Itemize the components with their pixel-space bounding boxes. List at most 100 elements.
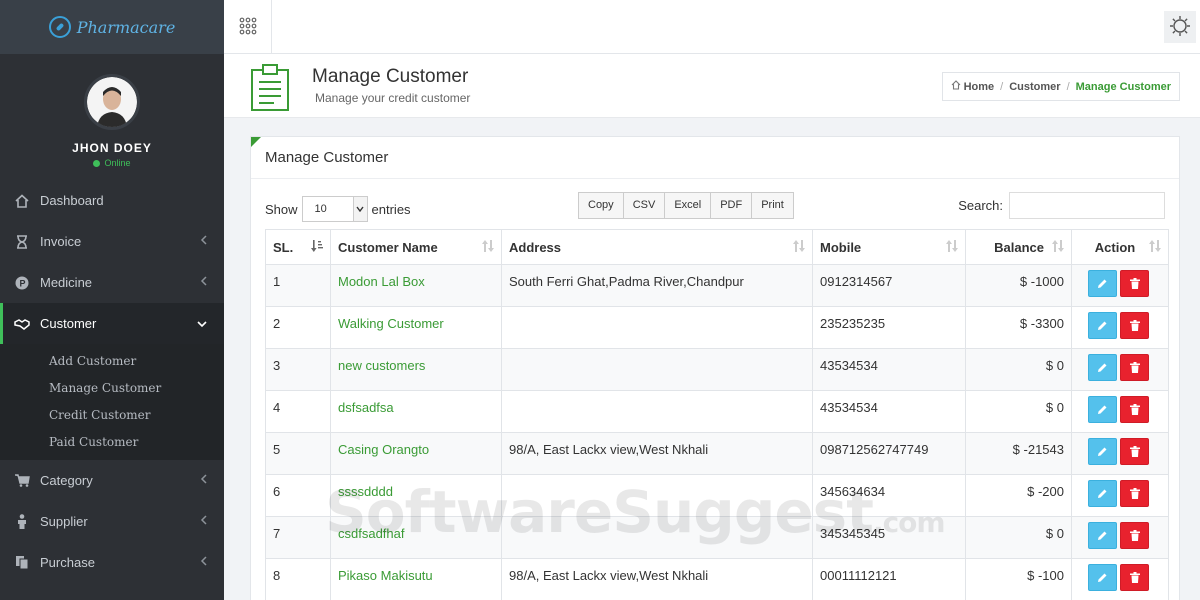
column-header-customer-name[interactable]: Customer Name	[330, 229, 502, 265]
sidebar-item-purchase[interactable]: Purchase	[0, 542, 224, 583]
header-label: Action	[1094, 239, 1136, 255]
header-label: Balance	[994, 239, 1044, 255]
cell-address	[501, 516, 813, 559]
user-status-label: Online	[104, 158, 131, 168]
table-row: 8 Pikaso Makisutu 98/A, East Lackx view,We…	[265, 558, 1169, 600]
delete-button[interactable]	[1120, 522, 1149, 549]
chevron-left-icon	[200, 555, 208, 570]
delete-button[interactable]	[1120, 270, 1149, 297]
submenu-item-manage-customer[interactable]: Manage Customer	[0, 375, 224, 402]
chevron-down-icon	[352, 197, 367, 221]
entries-value: 10	[314, 203, 327, 215]
table-body: 1 Modon Lal Box South Ferri Ghat,Padma Riv…	[265, 264, 1169, 600]
cell-balance: $ -3300	[965, 306, 1072, 349]
breadcrumb-home[interactable]: Home	[951, 80, 994, 93]
cell-sl: 2	[265, 306, 331, 349]
table-controls: Show 10 entries Copy CSV Excel PDF Print…	[251, 179, 1179, 229]
chevron-down-icon	[196, 316, 208, 331]
column-header-action[interactable]: Action	[1071, 229, 1169, 265]
edit-button[interactable]	[1088, 480, 1117, 507]
pencil-icon	[1097, 571, 1108, 586]
user-name: JHON DOEY	[72, 141, 152, 155]
apps-grid-button[interactable]	[224, 0, 272, 54]
edit-button[interactable]	[1088, 354, 1117, 381]
cell-sl: 6	[265, 474, 331, 517]
delete-button[interactable]	[1120, 312, 1149, 339]
edit-button[interactable]	[1088, 564, 1117, 591]
handshake-icon	[13, 315, 31, 333]
excel-button[interactable]: Excel	[664, 192, 712, 219]
grid-icon	[239, 17, 257, 38]
cell-mobile: 00011112121	[812, 558, 966, 600]
column-header-address[interactable]: Address	[501, 229, 813, 265]
customer-panel: Manage Customer Show 10 entries Copy CSV…	[250, 136, 1180, 600]
entries-select[interactable]: 10	[301, 196, 368, 222]
submenu-item-paid-customer[interactable]: Paid Customer	[0, 429, 224, 456]
pencil-icon	[1097, 361, 1108, 376]
sidebar-item-customer[interactable]: Customer	[0, 303, 224, 344]
sort-asc-icon	[311, 240, 323, 255]
user-profile: JHON DOEY Online	[0, 54, 224, 180]
cell-customer-name[interactable]: Pikaso Makisutu	[330, 558, 502, 600]
submenu-item-credit-customer[interactable]: Credit Customer	[0, 402, 224, 429]
submenu-item-add-customer[interactable]: Add Customer	[0, 348, 224, 375]
breadcrumb-customer[interactable]: Customer	[1009, 81, 1060, 93]
csv-button[interactable]: CSV	[622, 192, 666, 219]
table-row: 5 Casing Orangto 98/A, East Lackx view,Wes…	[265, 432, 1169, 475]
delete-button[interactable]	[1120, 438, 1149, 465]
sidebar-item-medicine[interactable]: P Medicine	[0, 262, 224, 303]
pdf-button[interactable]: PDF	[710, 192, 753, 219]
cell-customer-name[interactable]: dsfsadfsa	[330, 390, 502, 433]
page-header: Manage Customer Manage your credit custo…	[224, 54, 1200, 118]
column-header-sl[interactable]: SL.	[265, 229, 331, 265]
edit-button[interactable]	[1088, 312, 1117, 339]
cell-address	[501, 306, 813, 349]
edit-button[interactable]	[1088, 438, 1117, 465]
delete-button[interactable]	[1120, 396, 1149, 423]
edit-button[interactable]	[1088, 522, 1117, 549]
cell-mobile: 098712562747749	[812, 432, 966, 475]
print-button[interactable]: Print	[751, 192, 794, 219]
sidebar-item-supplier[interactable]: Supplier	[0, 501, 224, 542]
page-title: Manage Customer	[312, 66, 469, 87]
delete-button[interactable]	[1120, 480, 1149, 507]
sidebar: Pharmacare JHON DOEY Online Dashboard In…	[0, 0, 224, 600]
cell-customer-name[interactable]: csdfsadfhaf	[330, 516, 502, 559]
cell-customer-name[interactable]: Walking Customer	[330, 306, 502, 349]
table-row: 3 new customers 43534534 $ 0	[265, 348, 1169, 391]
sidebar-item-label: Category	[40, 473, 93, 488]
cell-customer-name[interactable]: ssssdddd	[330, 474, 502, 517]
sort-icon	[793, 240, 805, 255]
table-row: 6 ssssdddd 345634634 $ -200	[265, 474, 1169, 517]
settings-button[interactable]	[1164, 11, 1196, 43]
cell-customer-name[interactable]: new customers	[330, 348, 502, 391]
header-label: SL.	[273, 239, 294, 255]
column-header-balance[interactable]: Balance	[965, 229, 1072, 265]
cell-sl: 8	[265, 558, 331, 600]
breadcrumb-current: Manage Customer	[1075, 80, 1171, 93]
sidebar-item-label: Purchase	[40, 555, 95, 570]
edit-button[interactable]	[1088, 270, 1117, 297]
trash-icon	[1129, 445, 1140, 460]
column-header-mobile[interactable]: Mobile	[812, 229, 966, 265]
sidebar-item-dashboard[interactable]: Dashboard	[0, 180, 224, 221]
panel-title: Manage Customer	[251, 137, 1179, 179]
cell-customer-name[interactable]: Modon Lal Box	[330, 264, 502, 307]
edit-button[interactable]	[1088, 396, 1117, 423]
delete-button[interactable]	[1120, 564, 1149, 591]
cell-customer-name[interactable]: Casing Orangto	[330, 432, 502, 475]
sidebar-item-category[interactable]: Category	[0, 460, 224, 501]
sidebar-item-invoice[interactable]: Invoice	[0, 221, 224, 262]
search-input[interactable]	[1009, 192, 1165, 219]
sort-icon	[946, 240, 958, 255]
cell-balance: $ 0	[965, 516, 1072, 559]
cell-mobile: 0912314567	[812, 264, 966, 307]
delete-button[interactable]	[1120, 354, 1149, 381]
copy-button[interactable]: Copy	[578, 192, 624, 219]
avatar[interactable]	[84, 74, 140, 130]
person-icon	[13, 513, 31, 531]
logo[interactable]: Pharmacare	[0, 0, 224, 54]
header-label: Address	[509, 239, 562, 255]
hourglass-icon	[13, 233, 31, 251]
search-label: Search:	[958, 198, 1003, 213]
